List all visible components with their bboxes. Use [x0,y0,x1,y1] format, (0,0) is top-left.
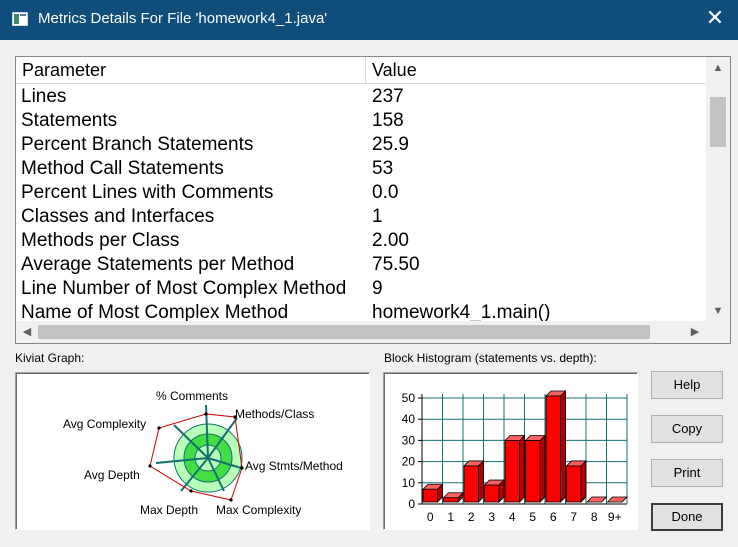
column-header-value[interactable]: Value [366,57,706,83]
y-tick-label: 30 [402,433,416,447]
metrics-rows: Lines 237 Statements 158 Percent Branch Stat… [16,85,706,325]
value-cell: 158 [372,110,404,131]
x-tick-label: 1 [447,510,454,524]
column-header-parameter[interactable]: Parameter [16,57,366,83]
kiviat-graph-panel: % Comments Methods/Class Avg Stmts/Method M… [15,372,370,530]
x-tick-label: 3 [488,510,495,524]
value-cell: 237 [372,86,404,107]
scroll-down-icon[interactable]: ▼ [706,300,730,322]
window-title: Metrics Details For File 'homework4_1.ja… [38,10,328,27]
kiviat-axis-label: Max Complexity [216,503,301,517]
metrics-list[interactable]: Parameter Value Lines 237 Statements 158 Per… [15,56,731,344]
kiviat-vertex [189,489,193,493]
block-histogram: 010203040500 1 2 3 4 5 6 7 8 9+ [402,390,628,524]
kiviat-axis-label: % Comments [156,389,228,403]
title-bar: Metrics Details For File 'homework4_1.ja… [0,0,738,40]
value-cell: 2.00 [372,230,409,251]
scroll-right-icon[interactable]: ▶ [684,321,706,343]
kiviat-vertex [240,466,244,470]
done-button[interactable]: Done [651,503,723,531]
parameter-cell: Methods per Class [21,230,180,251]
y-tick-label: 50 [402,391,416,405]
list-header: Parameter Value [16,57,706,84]
copy-button[interactable]: Copy [651,415,723,443]
histogram-bar [565,459,587,503]
scroll-corner [706,321,730,343]
table-row[interactable]: Statements 158 [16,109,706,133]
table-row[interactable]: Methods per Class 2.00 [16,229,706,253]
histogram-label: Block Histogram (statements vs. depth): [384,351,597,365]
app-icon [12,12,28,26]
value-cell: 9 [372,278,383,299]
x-tick-label: 8 [591,510,598,524]
histogram-bar [483,479,505,503]
histogram-bar [422,483,444,503]
x-tick-label: 2 [468,510,475,524]
histogram-bar [504,434,526,503]
histogram-bar [463,459,485,503]
kiviat-graph: % Comments Methods/Class Avg Stmts/Method M… [63,389,343,517]
y-tick-label: 40 [402,412,416,426]
histogram-bar [545,390,567,503]
scroll-up-icon[interactable]: ▲ [706,57,730,79]
value-cell: 0.0 [372,182,399,203]
kiviat-vertex [229,498,233,502]
kiviat-axis-label: Max Depth [140,503,198,517]
x-tick-label: 6 [550,510,557,524]
value-cell: 25.9 [372,134,409,155]
print-button[interactable]: Print [651,459,723,487]
kiviat-axis-label: Avg Stmts/Method [245,459,343,473]
y-tick-label: 20 [402,455,416,469]
kiviat-vertex [157,426,161,430]
table-row[interactable]: Method Call Statements 53 [16,157,706,181]
table-row[interactable]: Percent Branch Statements 25.9 [16,133,706,157]
histogram-bar [606,496,628,503]
vertical-scroll-thumb[interactable] [710,97,726,147]
x-tick-label: 5 [529,510,536,524]
parameter-cell: Classes and Interfaces [21,206,215,227]
x-tick-label: 9+ [608,510,622,524]
kiviat-axis-label: Methods/Class [235,407,314,421]
y-tick-label: 0 [408,497,415,511]
histogram-panel: 0 10 20 30 40 50 0 1 2 3 4 5 6 7 8 9+ [383,372,638,530]
parameter-cell: Average Statements per Method [21,254,295,275]
parameter-cell: Method Call Statements [21,158,224,179]
kiviat-axis-label: Avg Depth [84,468,140,482]
table-row[interactable]: Average Statements per Method 75.50 [16,253,706,277]
table-row[interactable]: Percent Lines with Comments 0.0 [16,181,706,205]
histogram-bar [442,491,464,503]
kiviat-axis-label: Avg Complexity [63,417,146,431]
x-tick-label: 4 [509,510,516,524]
horizontal-scroll-thumb[interactable] [38,325,650,339]
parameter-cell: Lines [21,86,67,107]
table-row[interactable]: Lines 237 [16,85,706,109]
table-row[interactable]: Classes and Interfaces 1 [16,205,706,229]
scroll-left-icon[interactable]: ◀ [16,321,38,343]
value-cell: 75.50 [372,254,420,275]
kiviat-vertex [148,464,152,468]
parameter-cell: Percent Branch Statements [21,134,254,155]
parameter-cell: Percent Lines with Comments [21,182,274,203]
kiviat-label: Kiviat Graph: [15,351,85,365]
x-tick-label: 7 [570,510,577,524]
x-tick-label: 0 [427,510,434,524]
value-cell: 1 [372,206,383,227]
parameter-cell: Statements [21,110,118,131]
horizontal-scrollbar[interactable]: ◀ ▶ [16,321,706,343]
vertical-scrollbar[interactable]: ▲ ▼ [706,57,730,322]
parameter-cell: Line Number of Most Complex Method [21,278,347,299]
kiviat-vertex [204,412,208,416]
y-tick-label: 10 [402,476,416,490]
close-button[interactable]: ✕ [692,0,738,40]
help-button[interactable]: Help [651,371,723,399]
table-row[interactable]: Line Number of Most Complex Method 9 [16,277,706,301]
value-cell: 53 [372,158,394,179]
histogram-bar [524,434,546,503]
histogram-bar [586,496,608,503]
